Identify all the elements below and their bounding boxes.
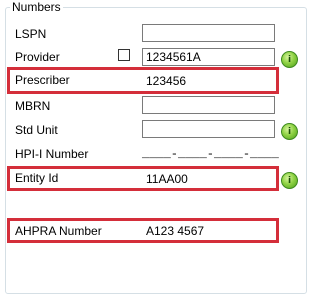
entity-id-input[interactable]: 11AA00 <box>142 170 275 188</box>
info-icon: i <box>287 126 292 137</box>
lspn-input[interactable] <box>142 24 275 42</box>
provider-input[interactable]: 1234561A <box>142 48 275 66</box>
entity-id-label: Entity Id <box>15 171 59 185</box>
group-title: Numbers <box>10 0 63 14</box>
mbrn-input[interactable] <box>142 96 275 114</box>
hpi-i-masked-input[interactable]: ____-____-____-____ <box>142 147 279 161</box>
std-unit-label: Std Unit <box>15 123 58 137</box>
std-unit-lookup-button[interactable]: i <box>281 123 298 140</box>
provider-lookup-button[interactable]: i <box>281 51 298 68</box>
info-icon: i <box>287 175 292 186</box>
provider-checkbox[interactable] <box>118 49 130 61</box>
prescriber-label: Prescriber <box>15 73 70 87</box>
ahpra-label: AHPRA Number <box>15 224 102 238</box>
hpi-i-label: HPI-I Number <box>15 147 89 161</box>
provider-label: Provider <box>15 50 60 64</box>
ahpra-input[interactable]: A123 4567 <box>142 222 275 240</box>
entity-id-lookup-button[interactable]: i <box>281 172 298 189</box>
info-icon: i <box>287 54 292 65</box>
prescriber-input[interactable]: 123456 <box>142 72 275 90</box>
std-unit-input[interactable] <box>142 120 275 138</box>
lspn-label: LSPN <box>15 27 47 41</box>
mbrn-label: MBRN <box>15 99 51 113</box>
